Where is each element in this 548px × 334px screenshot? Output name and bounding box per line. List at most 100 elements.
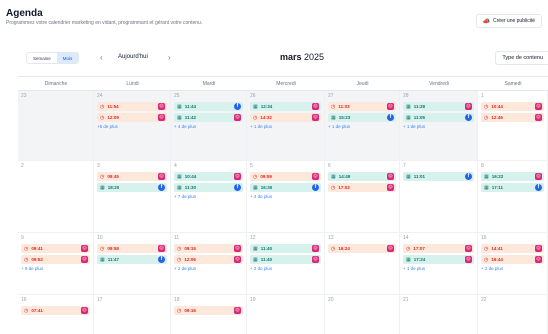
- calendar-event[interactable]: ◷ 11:03 ◎: [328, 102, 396, 111]
- more-events-link[interactable]: +5 de plus: [97, 124, 167, 132]
- scheduled-image-icon: ▦: [177, 184, 182, 191]
- calendar-event[interactable]: ▦ 18:20 f: [97, 183, 167, 192]
- instagram-icon: ◎: [535, 114, 542, 121]
- draft-clock-icon: ◷: [24, 245, 29, 252]
- calendar-event[interactable]: ◷ 09:16 ◎: [174, 306, 243, 315]
- calendar-day-cell[interactable]: 21: [400, 295, 478, 334]
- event-time: 16:30: [260, 185, 273, 190]
- calendar-day-cell[interactable]: 2: [18, 161, 94, 232]
- calendar-event[interactable]: ◷ 10:44 ◎: [481, 102, 544, 111]
- calendar-day-cell[interactable]: 18 ◷ 09:16 ◎: [171, 295, 247, 334]
- calendar-day-cell[interactable]: 11 ◷ 09:15 ◎ ◷ 12:06 ◎ + 2 de plus: [171, 233, 247, 294]
- calendar-event[interactable]: ▦ 11:01 f: [403, 172, 474, 181]
- calendar-day-cell[interactable]: 6 ▦ 14:49 ◎ ◷ 17:02 ◎: [325, 161, 400, 232]
- more-events-link[interactable]: + 2 de plus: [174, 266, 243, 274]
- calendar-day-cell[interactable]: 13 ◷ 16:24 ◎: [325, 233, 400, 294]
- calendar-event[interactable]: ◷ 09:41 ◎: [21, 244, 90, 253]
- calendar-event[interactable]: ▦ 11:47 f: [97, 255, 167, 264]
- calendar-day-cell[interactable]: 5 ◷ 09:59 ◎ ▦ 16:30 f + 4 de plus: [247, 161, 325, 232]
- calendar-event[interactable]: ◷ 17:07 ◎: [403, 244, 474, 253]
- more-events-link[interactable]: + 1 de plus: [328, 124, 396, 132]
- calendar-day-cell[interactable]: 16 ◷ 07:41 ◎: [18, 295, 94, 334]
- calendar-day-cell[interactable]: 26 ▦ 12:34 ◎ ◷ 14:32 ◎ + 1 de plus: [247, 91, 325, 160]
- calendar-event[interactable]: ◷ 16:44 ◎: [481, 255, 544, 264]
- calendar-day-cell[interactable]: 1 ◷ 10:44 ◎ ◷ 12:46 ◎: [478, 91, 548, 160]
- calendar-day-cell[interactable]: 8 ▦ 16:22 ◎ ▦ 17:11 f: [478, 161, 548, 232]
- more-events-link[interactable]: + 1 de plus: [403, 266, 474, 274]
- calendar-event[interactable]: ▦ 12:34 ◎: [250, 102, 321, 111]
- calendar-event[interactable]: ◷ 12:46 ◎: [481, 113, 544, 122]
- calendar-day-cell[interactable]: 10 ◷ 09:58 ◎ ▦ 11:47 f: [94, 233, 171, 294]
- weekday-label: Mercredi: [276, 80, 296, 87]
- day-number: 14: [403, 235, 409, 241]
- calendar-day-cell[interactable]: 24 ◷ 11:54 ◎ ◷ 12:09 ◎ +5 de plus: [94, 91, 171, 160]
- calendar-event[interactable]: ◷ 11:54 ◎: [97, 102, 167, 111]
- more-events-link[interactable]: + 7 de plus: [174, 194, 243, 202]
- event-time: 11:01: [413, 174, 425, 179]
- calendar-event[interactable]: ▦ 17:24 ◎: [403, 255, 474, 264]
- calendar-event[interactable]: ◷ 14:41 ◎: [481, 244, 544, 253]
- calendar-event[interactable]: ▦ 11:28 ◎: [403, 102, 474, 111]
- calendar-day-cell[interactable]: 19: [247, 295, 325, 334]
- calendar-day-cell[interactable]: 7 ▦ 11:01 f: [400, 161, 478, 232]
- calendar-event[interactable]: ▦ 15:23 f: [328, 113, 396, 122]
- calendar-day-cell[interactable]: 20: [325, 295, 400, 334]
- weekday-label: Samedi: [504, 80, 522, 87]
- calendar-day-cell[interactable]: 23: [18, 91, 94, 160]
- calendar-day-cell[interactable]: 14 ◷ 17:07 ◎ ▦ 17:24 ◎ + 1 de plus: [400, 233, 478, 294]
- calendar-event[interactable]: ▦ 11:40 ◎: [250, 244, 321, 253]
- calendar-event[interactable]: ◷ 07:41 ◎: [21, 306, 90, 315]
- calendar-day-cell[interactable]: 15 ◷ 14:41 ◎ ◷ 16:44 ◎ + 2 de plus: [478, 233, 548, 294]
- calendar-event[interactable]: ◷ 09:59 ◎: [250, 172, 321, 181]
- calendar-day-cell[interactable]: 25 ▦ 11:44 f ▦ 11:42 ◎ + 4 de plus: [171, 91, 247, 160]
- calendar-day-cell[interactable]: 3 ◷ 09:45 ◎ ▦ 18:20 f: [94, 161, 171, 232]
- calendar-event[interactable]: ▦ 11:44 f: [174, 102, 243, 111]
- calendar-event[interactable]: ▦ 11:05 f: [403, 113, 474, 122]
- calendar-weeks: 23 24 ◷ 11:54 ◎ ◷ 12:09 ◎ +5 de plus 25 ▦ 11:44 f ▦ 11…: [18, 91, 548, 334]
- view-month-button[interactable]: Mois: [56, 53, 79, 63]
- today-button[interactable]: Aujourd'hui: [118, 54, 148, 60]
- calendar-event[interactable]: ◷ 09:52 ◎: [21, 255, 90, 264]
- view-week-button[interactable]: Semaine: [27, 53, 57, 63]
- calendar-event[interactable]: ▦ 11:42 ◎: [174, 113, 243, 122]
- calendar-event[interactable]: ▦ 11:30 f: [174, 183, 243, 192]
- calendar-day-cell[interactable]: 9 ◷ 09:41 ◎ ◷ 09:52 ◎ + 6 de plus: [18, 233, 94, 294]
- next-month-button[interactable]: ›: [168, 53, 171, 62]
- more-events-link[interactable]: + 1 de plus: [250, 124, 321, 132]
- calendar-event[interactable]: ◷ 14:32 ◎: [250, 113, 321, 122]
- event-time: 10:44: [491, 104, 503, 109]
- calendar-event[interactable]: ◷ 12:09 ◎: [97, 113, 167, 122]
- calendar-event[interactable]: ▦ 16:30 f: [250, 183, 321, 192]
- calendar-day-cell[interactable]: 4 ▦ 10:44 ◎ ▦ 11:30 f + 7 de plus: [171, 161, 247, 232]
- content-type-dropdown[interactable]: Type de contenu: [495, 51, 548, 65]
- calendar-event[interactable]: ▦ 14:49 ◎: [328, 172, 396, 181]
- day-number: 27: [328, 93, 334, 99]
- calendar-event[interactable]: ◷ 09:58 ◎: [97, 244, 167, 253]
- calendar-event[interactable]: ▦ 17:11 f: [481, 183, 544, 192]
- more-events-link[interactable]: + 1 de plus: [403, 124, 474, 132]
- day-number: 16: [21, 297, 27, 303]
- calendar-event[interactable]: ▦ 10:44 ◎: [174, 172, 243, 181]
- calendar-day-cell[interactable]: 28 ▦ 11:28 ◎ ▦ 11:05 f + 1 de plus: [400, 91, 478, 160]
- calendar-event[interactable]: ◷ 09:15 ◎: [174, 244, 243, 253]
- more-events-link[interactable]: + 4 de plus: [174, 124, 243, 132]
- calendar-event[interactable]: ▦ 16:22 ◎: [481, 172, 544, 181]
- calendar-event[interactable]: ◷ 17:02 ◎: [328, 183, 396, 192]
- previous-month-button[interactable]: ‹: [100, 53, 103, 62]
- calendar-event[interactable]: ◷ 09:45 ◎: [97, 172, 167, 181]
- calendar-day-cell[interactable]: 12 ▦ 11:40 ◎ ▦ 11:40 ◎ + 2 de plus: [247, 233, 325, 294]
- more-events-link[interactable]: + 2 de plus: [481, 266, 544, 274]
- calendar-event[interactable]: ▦ 11:40 ◎: [250, 255, 321, 264]
- more-events-link[interactable]: + 6 de plus: [21, 266, 90, 274]
- more-events-link[interactable]: + 2 de plus: [250, 266, 321, 274]
- instagram-icon: ◎: [312, 256, 319, 263]
- day-number: 21: [403, 297, 409, 303]
- day-number: 17: [97, 297, 103, 303]
- calendar-event[interactable]: ◷ 12:06 ◎: [174, 255, 243, 264]
- calendar-day-cell[interactable]: 27 ◷ 11:03 ◎ ▦ 15:23 f + 1 de plus: [325, 91, 400, 160]
- more-events-link[interactable]: + 4 de plus: [250, 194, 321, 202]
- calendar-day-cell[interactable]: 22: [478, 295, 548, 334]
- calendar-event[interactable]: ◷ 16:24 ◎: [328, 244, 396, 253]
- calendar-day-cell[interactable]: 17: [94, 295, 171, 334]
- create-ad-button[interactable]: 📣 Créer une publicité: [475, 14, 542, 28]
